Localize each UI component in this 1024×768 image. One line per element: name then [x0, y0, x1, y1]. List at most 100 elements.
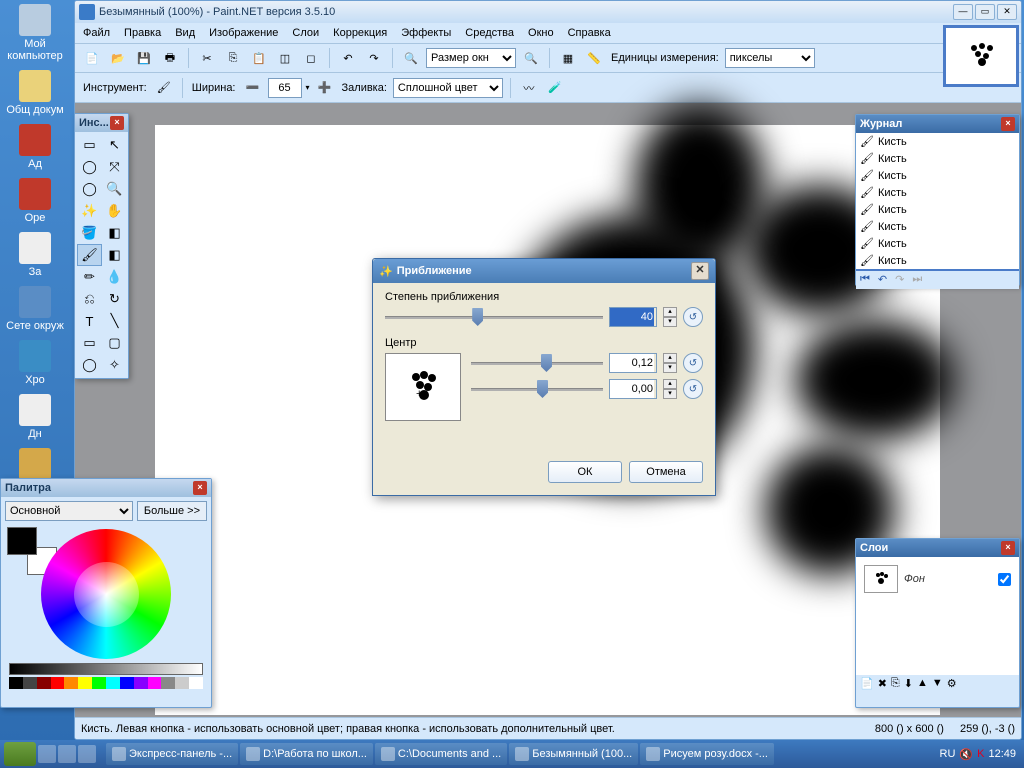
center-preview[interactable]: + [385, 353, 461, 421]
antialias-icon[interactable]: 〰 [518, 77, 540, 99]
taskbar-item[interactable]: C:\Documents and ... [375, 743, 507, 765]
menu-tools[interactable]: Средства [465, 27, 514, 39]
center-y-slider[interactable] [471, 379, 603, 399]
redo-icon[interactable]: ↷ [363, 47, 385, 69]
eyedropper-tool[interactable]: 💧 [102, 266, 127, 288]
history-item[interactable]: 🖌 Кисть [856, 252, 1019, 269]
text-tool[interactable]: T [77, 310, 102, 332]
color-wheel[interactable] [41, 529, 171, 659]
menu-help[interactable]: Справка [568, 27, 611, 39]
menu-edit[interactable]: Правка [124, 27, 161, 39]
primary-color-swatch[interactable] [7, 527, 37, 555]
close-icon[interactable]: × [1001, 117, 1015, 131]
zoom-reset-button[interactable]: ↺ [683, 307, 703, 327]
quick-launch-icon[interactable] [58, 745, 76, 763]
copy-icon[interactable]: ⎘ [222, 47, 244, 69]
tray-lang[interactable]: RU [940, 748, 956, 760]
brush-tool[interactable]: 🖌 [77, 244, 102, 266]
props-icon[interactable]: ⚙ [947, 677, 957, 693]
center-y-input[interactable] [610, 380, 654, 398]
print-icon[interactable]: 🖶 [159, 47, 181, 69]
freeform-tool[interactable]: ✧ [102, 354, 127, 376]
zoom-tool[interactable]: 🔍 [102, 178, 127, 200]
history-panel-title[interactable]: Журнал× [856, 115, 1019, 133]
desktop-icon[interactable]: Ад [5, 124, 65, 170]
document-thumbnail[interactable] [943, 25, 1019, 87]
taskbar-item[interactable]: Экспресс-панель -... [106, 743, 238, 765]
history-redo-icon[interactable]: ↷ [895, 273, 904, 287]
palette-row[interactable] [9, 677, 203, 689]
menu-window[interactable]: Окно [528, 27, 554, 39]
layer-row[interactable]: Фон [860, 561, 1015, 597]
width-dec-icon[interactable]: ➖ [242, 77, 264, 99]
quick-launch-icon[interactable] [38, 745, 56, 763]
colors-panel-title[interactable]: Палитра× [1, 479, 211, 497]
pencil-tool[interactable]: ✏ [77, 266, 102, 288]
blend-icon[interactable]: 🧪 [544, 77, 566, 99]
brush-icon[interactable]: 🖌 [153, 77, 175, 99]
tray-clock[interactable]: 12:49 [988, 748, 1016, 760]
layers-panel-title[interactable]: Слои× [856, 539, 1019, 557]
menu-adjust[interactable]: Коррекция [333, 27, 387, 39]
gradient-tool[interactable]: ◧ [102, 222, 127, 244]
menu-image[interactable]: Изображение [209, 27, 278, 39]
taskbar-item[interactable]: Безымянный (100... [509, 743, 638, 765]
color-mode-select[interactable]: Основной [5, 501, 133, 521]
new-icon[interactable]: 📄 [81, 47, 103, 69]
minimize-button[interactable]: — [953, 4, 973, 20]
grid-icon[interactable]: ▦ [557, 47, 579, 69]
center-x-spin[interactable]: ▴▾ [663, 353, 677, 373]
width-inc-icon[interactable]: ➕ [314, 77, 336, 99]
eraser-tool[interactable]: ◧ [102, 244, 127, 266]
move-tool[interactable]: ↖ [102, 134, 127, 156]
menu-view[interactable]: Вид [175, 27, 195, 39]
menu-layers[interactable]: Слои [292, 27, 319, 39]
pan-tool[interactable]: ✋ [102, 200, 127, 222]
ellipse-tool[interactable]: ◯ [77, 354, 102, 376]
rect-tool[interactable]: ▭ [77, 332, 102, 354]
ok-button[interactable]: ОК [548, 461, 622, 483]
dialog-titlebar[interactable]: ✨ Приближение ✕ [373, 259, 715, 283]
taskbar-item[interactable]: Рисуем розу.docx -... [640, 743, 774, 765]
menu-file[interactable]: Файл [83, 27, 110, 39]
history-undo-icon[interactable]: ↶ [878, 273, 887, 287]
cut-icon[interactable]: ✂ [196, 47, 218, 69]
deselect-icon[interactable]: ◻ [300, 47, 322, 69]
history-item[interactable]: 🖌 Кисть [856, 218, 1019, 235]
tray-icon[interactable]: 🔇 [959, 748, 973, 761]
add-layer-icon[interactable]: 📄 [860, 677, 874, 693]
history-item[interactable]: 🖌 Кисть [856, 133, 1019, 150]
maximize-button[interactable]: ▭ [975, 4, 995, 20]
start-button[interactable] [4, 742, 36, 766]
ruler-icon[interactable]: 📏 [583, 47, 605, 69]
magic-wand-tool[interactable]: ✨ [77, 200, 102, 222]
tools-panel-title[interactable]: Инс...× [75, 114, 128, 132]
delete-layer-icon[interactable]: ✖ [878, 677, 887, 693]
history-item[interactable]: 🖌 Кисть [856, 201, 1019, 218]
line-tool[interactable]: ╲ [102, 310, 127, 332]
desktop-icon[interactable]: За [5, 232, 65, 278]
zoom-spin[interactable]: ▴▾ [663, 307, 677, 327]
history-item[interactable]: 🖌 Кисть [856, 184, 1019, 201]
center-y-spin[interactable]: ▴▾ [663, 379, 677, 399]
save-icon[interactable]: 💾 [133, 47, 155, 69]
close-icon[interactable]: × [110, 116, 124, 130]
history-ff-icon[interactable]: ⏭ [912, 273, 922, 287]
zoom-select[interactable]: Размер окн [426, 48, 516, 68]
move-down-icon[interactable]: ▼ [932, 677, 943, 693]
center-y-reset[interactable]: ↺ [683, 379, 703, 399]
desktop-icon[interactable]: Общ докум [5, 70, 65, 116]
cancel-button[interactable]: Отмена [629, 461, 703, 483]
dup-layer-icon[interactable]: ⎘ [891, 677, 900, 693]
lasso-tool[interactable]: ◯ [77, 156, 102, 178]
center-x-slider[interactable] [471, 353, 603, 373]
move-selection-tool[interactable]: ⤧ [102, 156, 127, 178]
quick-launch-icon[interactable] [78, 745, 96, 763]
width-input[interactable] [268, 78, 302, 98]
round-rect-tool[interactable]: ▢ [102, 332, 127, 354]
close-icon[interactable]: × [193, 481, 207, 495]
zoom-value-input[interactable] [610, 308, 654, 326]
desktop-icon[interactable]: Opе [5, 178, 65, 224]
undo-icon[interactable]: ↶ [337, 47, 359, 69]
crop-icon[interactable]: ◫ [274, 47, 296, 69]
